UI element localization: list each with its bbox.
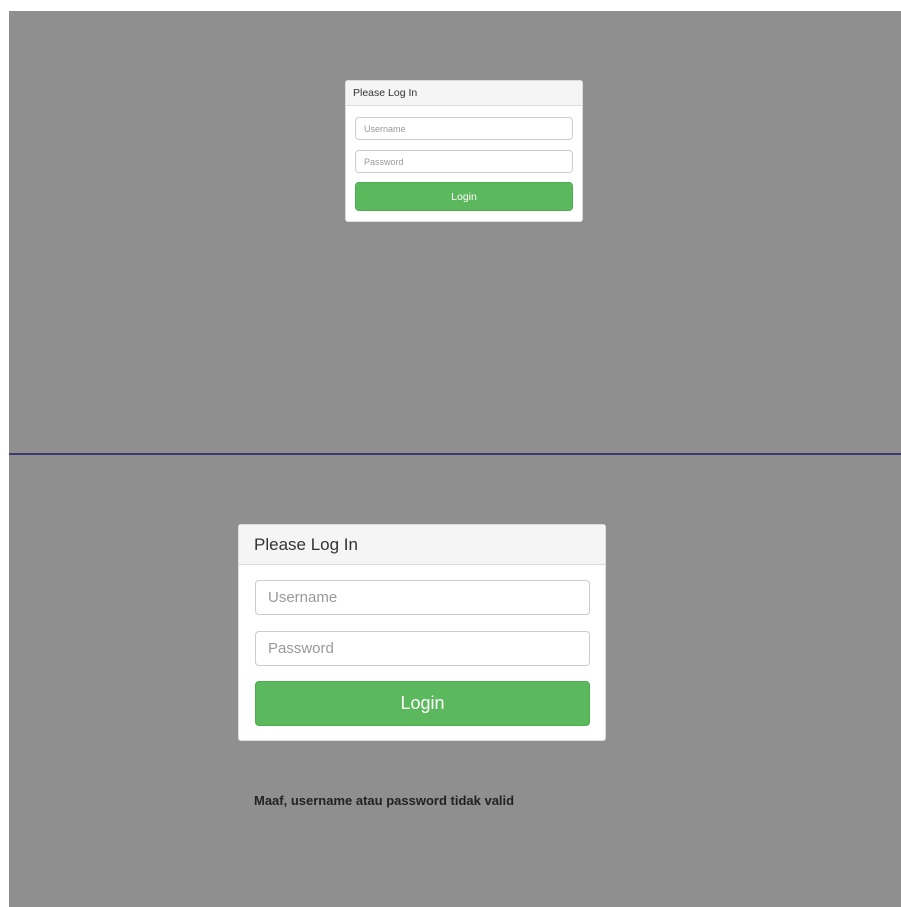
login-button[interactable]: Login <box>255 681 590 726</box>
panel-heading: Please Log In <box>239 525 605 565</box>
username-placeholder: Username <box>268 589 338 606</box>
error-message: Maaf, username atau password tidak valid <box>254 793 515 808</box>
username-placeholder: Username <box>364 123 406 134</box>
username-input[interactable]: Username <box>255 580 590 615</box>
password-input[interactable]: Password <box>355 150 573 173</box>
panel-heading: Please Log In <box>346 81 582 106</box>
password-placeholder: Password <box>268 640 334 657</box>
login-panel-large: Please Log In Username Password Login <box>238 524 606 741</box>
login-button[interactable]: Login <box>355 182 573 211</box>
password-placeholder: Password <box>364 156 404 167</box>
screenshot-top: Please Log In Username Password Login <box>9 11 901 453</box>
screenshot-bottom: Please Log In Username Password Login Ma… <box>9 455 901 907</box>
password-input[interactable]: Password <box>255 631 590 666</box>
login-panel-small: Please Log In Username Password Login <box>345 80 583 222</box>
username-input[interactable]: Username <box>355 117 573 140</box>
